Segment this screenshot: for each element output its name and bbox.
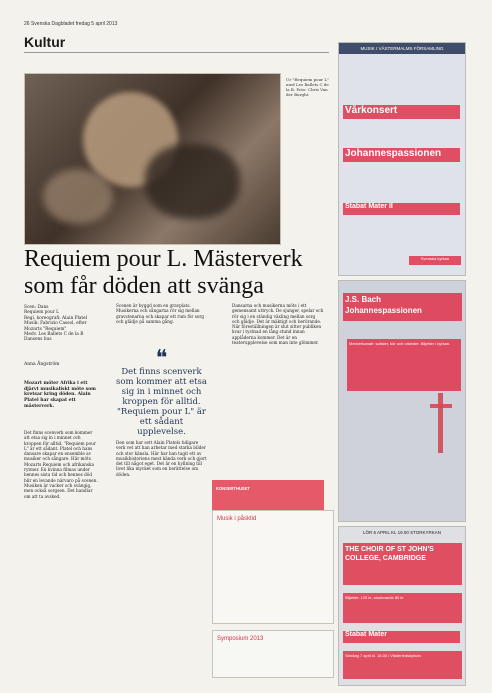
- pull-quote-text: Det finns scenverk som kommer att etsa s…: [116, 367, 207, 437]
- article-headline: Requiem pour L. Mästerverk som får döden…: [24, 246, 303, 299]
- newspaper-page: 26 Svenska Dagbladet fredag 5 april 2013…: [0, 0, 492, 693]
- bach-ad-title: J.S. Bach Johannespassionen: [343, 293, 462, 321]
- choir-ad-date: LÖR 6 APRIL KL 19.00 STORKYRKAN: [362, 530, 442, 535]
- article-column-1: Det finns scenverk som kommer att etsa s…: [24, 430, 98, 499]
- church-ad-title-1: Vårkonsert: [343, 105, 460, 119]
- quote-mark-icon: ❝: [155, 345, 168, 370]
- stabat-ad-title: Stabat Mater: [343, 631, 460, 643]
- cross-beam-icon: [430, 404, 452, 408]
- choir-ad: LÖR 6 APRIL KL 19.00 STORKYRKAN THE CHOI…: [338, 526, 466, 686]
- middle-ad-box-3: Symposium 2013: [212, 630, 334, 678]
- bach-ad-details: Medverkande: solister, kör och orkester.…: [347, 339, 461, 391]
- middle-ad-stack: KONSERTHUSET Musik i påsktid Symposium 2…: [212, 480, 334, 680]
- choir-ad-info: Biljetter: 120 kr, studerande 80 kr: [343, 593, 462, 623]
- right-ad-column: MUSIK I VÄSTERMALMS FÖRSAMLING Vårkonser…: [338, 42, 466, 686]
- bach-concert-ad: J.S. Bach Johannespassionen Medverkande:…: [338, 280, 466, 522]
- section-heading: Kultur: [24, 34, 66, 50]
- middle-ad-box-2: Musik i påsktid: [212, 510, 334, 624]
- pull-quote: ❝ Det finns scenverk som kommer att etsa…: [116, 345, 207, 438]
- middle-red-ad: KONSERTHUSET: [212, 480, 324, 512]
- article-column-2-bottom: Den som har sett Alain Platels tidigare …: [116, 440, 207, 477]
- church-ad-footer: Svenska kyrkan: [409, 256, 461, 265]
- church-ad-title-2: Johannespassionen: [343, 148, 460, 162]
- author-byline: Anna Ångström: [24, 362, 60, 367]
- church-ad-title-3: Stabat Mater II: [343, 203, 460, 215]
- photo-shape-3: [43, 169, 113, 224]
- photo-shape-2: [145, 144, 240, 219]
- choir-ad-title: THE CHOIR OF ST JOHN'S COLLEGE, CAMBRIDG…: [343, 543, 462, 585]
- middle-ad-box-2-title: Musik i påsktid: [217, 516, 257, 522]
- church-concert-ad: MUSIK I VÄSTERMALMS FÖRSAMLING Vårkonser…: [338, 42, 466, 276]
- section-divider: [24, 52, 329, 53]
- church-ad-band: MUSIK I VÄSTERMALMS FÖRSAMLING: [339, 43, 465, 54]
- article-photo: [24, 73, 281, 245]
- stabat-ad-details: Söndag 7 april kl. 18.00 i Västerledskyr…: [343, 651, 462, 679]
- page-folio: 26 Svenska Dagbladet fredag 5 april 2013: [24, 21, 118, 27]
- middle-ad-box-3-title: Symposium 2013: [217, 636, 264, 642]
- review-meta: Scen: Dans Requiem pour L Regi, koreogra…: [24, 305, 88, 343]
- article-column-3: Dansarna och musikerna möts i ett gemens…: [232, 303, 324, 346]
- article-ingress: Mozart möter Afrika i ett djärvt musikal…: [24, 381, 96, 409]
- article-column-2-top: Scenen är byggd som en gravplats. Musike…: [116, 303, 205, 324]
- photo-caption: Ur "Requiem pour L" med Les Ballets C de…: [286, 77, 329, 97]
- cross-icon: [438, 393, 443, 453]
